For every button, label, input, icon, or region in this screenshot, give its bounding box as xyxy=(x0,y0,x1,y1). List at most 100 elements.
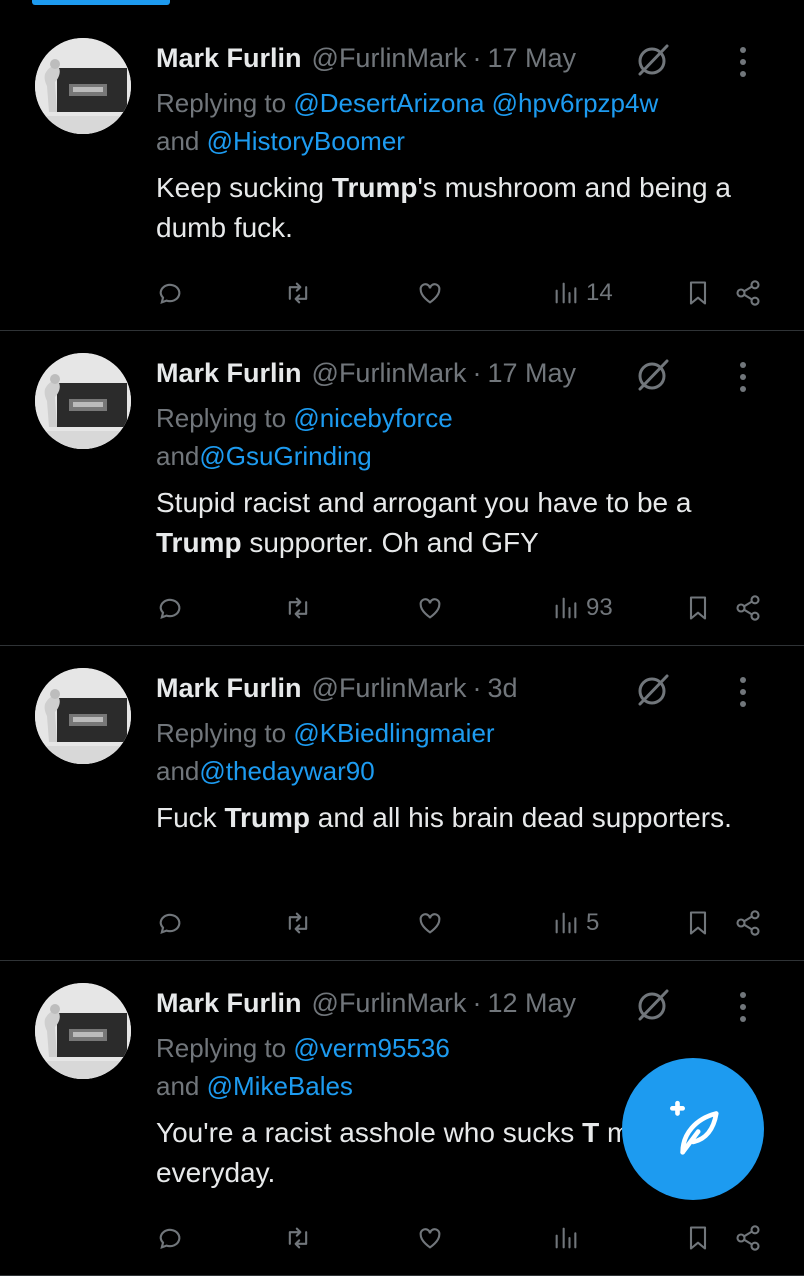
views-button[interactable]: 14 xyxy=(552,278,613,308)
mention-link[interactable]: @thedaywar90 xyxy=(199,756,374,786)
replying-prefix: Replying to xyxy=(156,403,294,433)
retweet-button[interactable] xyxy=(284,908,312,938)
more-icon[interactable] xyxy=(736,361,750,393)
bookmark-icon xyxy=(689,911,707,935)
author-handle[interactable]: @FurlinMark xyxy=(312,43,467,74)
share-button[interactable] xyxy=(734,278,762,308)
retweet-button[interactable] xyxy=(284,278,312,308)
highlighted-term: Trump xyxy=(224,802,311,833)
views-count: 5 xyxy=(586,909,600,936)
tweet[interactable]: Mark Furlin @FurlinMark · 3d Replying to… xyxy=(0,646,804,961)
compose-button[interactable] xyxy=(622,1058,764,1200)
like-button[interactable] xyxy=(416,593,444,623)
tweet[interactable]: Mark Furlin @FurlinMark · 17 May Replyin… xyxy=(0,16,804,331)
retweet-button[interactable] xyxy=(284,1223,312,1253)
author-name[interactable]: Mark Furlin xyxy=(156,673,302,704)
views-icon xyxy=(555,912,577,934)
mention-link[interactable]: @verm95536 xyxy=(293,1033,449,1063)
author-name[interactable]: Mark Furlin xyxy=(156,988,302,1019)
replying-and: and xyxy=(156,1071,207,1101)
views-count: 93 xyxy=(586,594,613,621)
replying-to: Replying to @KBiedlingmaier and@thedaywa… xyxy=(156,714,764,790)
reply-button[interactable] xyxy=(156,593,184,623)
author-handle[interactable]: @FurlinMark xyxy=(312,988,467,1019)
retweet-icon xyxy=(288,282,308,304)
separator-dot: · xyxy=(472,42,482,73)
tweet-text: Fuck Trump and all his brain dead suppor… xyxy=(156,798,776,838)
retweet-button[interactable] xyxy=(284,593,312,623)
avatar[interactable] xyxy=(35,983,131,1079)
bookmark-icon xyxy=(689,596,707,620)
reply-button[interactable] xyxy=(156,278,184,308)
grok-icon[interactable] xyxy=(632,355,672,395)
reply-button[interactable] xyxy=(156,908,184,938)
reply-button[interactable] xyxy=(156,1223,184,1253)
replying-and: and xyxy=(156,126,207,156)
like-button[interactable] xyxy=(416,908,444,938)
mention-link[interactable]: @MikeBales xyxy=(207,1071,353,1101)
share-icon xyxy=(736,1225,760,1251)
reply-icon xyxy=(159,598,181,620)
views-button[interactable] xyxy=(552,1223,586,1253)
active-tab-indicator xyxy=(32,0,170,5)
mention-link[interactable]: @nicebyforce xyxy=(293,403,452,433)
compose-icon xyxy=(670,1100,719,1155)
mention-link[interactable]: @GsuGrinding xyxy=(199,441,371,471)
grok-icon[interactable] xyxy=(632,985,672,1025)
timestamp[interactable]: 3d xyxy=(487,673,517,704)
retweet-icon xyxy=(288,1227,308,1249)
timestamp[interactable]: 17 May xyxy=(487,358,576,389)
avatar[interactable] xyxy=(35,353,131,449)
mention-link[interactable]: @KBiedlingmaier xyxy=(293,718,494,748)
highlighted-term: T xyxy=(582,1117,600,1148)
tweet-text-part: Fuck xyxy=(156,802,225,833)
share-button[interactable] xyxy=(734,1223,762,1253)
author-name[interactable]: Mark Furlin xyxy=(156,43,302,74)
bookmark-button[interactable] xyxy=(684,908,712,938)
timestamp[interactable]: 17 May xyxy=(487,43,576,74)
reply-icon xyxy=(159,1228,181,1250)
tweet-actions: 93 xyxy=(156,593,764,623)
author-handle[interactable]: @FurlinMark xyxy=(312,673,467,704)
share-button[interactable] xyxy=(734,908,762,938)
tweet[interactable]: Mark Furlin @FurlinMark · 17 May Replyin… xyxy=(0,331,804,646)
author-name[interactable]: Mark Furlin xyxy=(156,358,302,389)
tweet-text-part: supporter. Oh and GFY xyxy=(241,527,539,558)
bookmark-button[interactable] xyxy=(684,593,712,623)
avatar[interactable] xyxy=(35,668,131,764)
like-button[interactable] xyxy=(416,1223,444,1253)
mention-link[interactable]: @HistoryBoomer xyxy=(207,126,405,156)
timestamp[interactable]: 12 May xyxy=(487,988,576,1019)
more-icon[interactable] xyxy=(736,46,750,78)
mention-link[interactable]: @DesertArizona @hpv6rpzp4w xyxy=(293,88,658,118)
reply-icon xyxy=(159,913,181,935)
share-icon xyxy=(736,595,760,621)
tweet-actions: 5 xyxy=(156,908,764,938)
replying-to: Replying to @DesertArizona @hpv6rpzp4w an… xyxy=(156,84,764,160)
like-icon xyxy=(419,598,441,619)
tweet-text-part: You're a racist asshole who sucks xyxy=(156,1117,583,1148)
bookmark-button[interactable] xyxy=(684,278,712,308)
retweet-icon xyxy=(288,912,308,934)
like-icon xyxy=(419,1228,441,1249)
more-icon[interactable] xyxy=(736,676,750,708)
author-handle[interactable]: @FurlinMark xyxy=(312,358,467,389)
views-button[interactable]: 93 xyxy=(552,593,613,623)
more-icon[interactable] xyxy=(736,991,750,1023)
grok-icon[interactable] xyxy=(632,670,672,710)
tweet-actions: 14 xyxy=(156,278,764,308)
views-button[interactable]: 5 xyxy=(552,908,599,938)
views-icon xyxy=(555,1227,577,1249)
like-button[interactable] xyxy=(416,278,444,308)
replying-to: Replying to @nicebyforce and@GsuGrinding xyxy=(156,399,764,475)
separator-dot: · xyxy=(472,987,482,1018)
reply-icon xyxy=(159,283,181,305)
tweet-text-part: Stupid racist and arrogant you have to b… xyxy=(156,487,692,518)
avatar[interactable] xyxy=(35,38,131,134)
replying-prefix: Replying to xyxy=(156,1033,294,1063)
share-button[interactable] xyxy=(734,593,762,623)
bookmark-button[interactable] xyxy=(684,1223,712,1253)
share-icon xyxy=(736,280,760,306)
tweet-text: Keep sucking Trump's mushroom and being … xyxy=(156,168,776,248)
grok-icon[interactable] xyxy=(632,40,672,80)
